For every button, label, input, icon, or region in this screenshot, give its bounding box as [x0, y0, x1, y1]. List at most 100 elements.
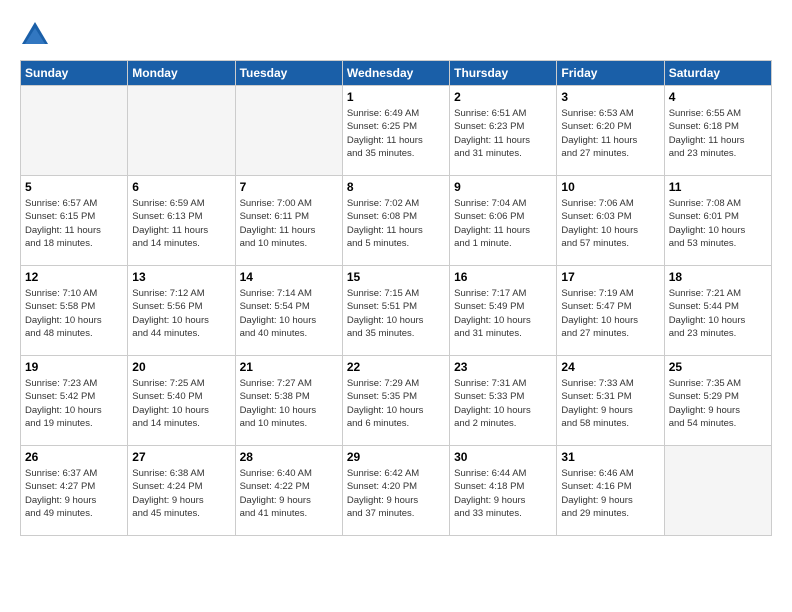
day-info: Sunrise: 7:21 AM Sunset: 5:44 PM Dayligh… — [669, 287, 767, 340]
day-number: 29 — [347, 450, 445, 464]
calendar-cell: 6 Sunrise: 6:59 AM Sunset: 6:13 PM Daylig… — [128, 176, 235, 266]
calendar-cell: 14Sunrise: 7:14 AM Sunset: 5:54 PM Dayli… — [235, 266, 342, 356]
day-info: Sunrise: 7:29 AM Sunset: 5:35 PM Dayligh… — [347, 377, 445, 430]
day-number: 21 — [240, 360, 338, 374]
day-info: Sunrise: 6:40 AM Sunset: 4:22 PM Dayligh… — [240, 467, 338, 520]
calendar-cell: 21 Sunrise: 7:27 AM Sunset: 5:38 PM Dayli… — [235, 356, 342, 446]
day-info: Sunrise: 7:19 AM Sunset: 5:47 PM Dayligh… — [561, 287, 659, 340]
calendar-cell: 20 Sunrise: 7:25 AM Sunset: 5:40 PM Dayli… — [128, 356, 235, 446]
weekday-saturday: Saturday — [664, 61, 771, 86]
day-number: 27 — [132, 450, 230, 464]
day-number: 4 — [669, 90, 767, 104]
day-number: 6 — [132, 180, 230, 194]
day-info: Sunrise: 6:59 AM Sunset: 6:13 PM Dayligh… — [132, 197, 230, 250]
day-info: Sunrise: 6:37 AM Sunset: 4:27 PM Dayligh… — [25, 467, 123, 520]
calendar-cell: 7 Sunrise: 7:00 AM Sunset: 6:11 PM Daylig… — [235, 176, 342, 266]
day-number: 10 — [561, 180, 659, 194]
day-info: Sunrise: 7:08 AM Sunset: 6:01 PM Dayligh… — [669, 197, 767, 250]
day-info: Sunrise: 7:23 AM Sunset: 5:42 PM Dayligh… — [25, 377, 123, 430]
day-info: Sunrise: 7:35 AM Sunset: 5:29 PM Dayligh… — [669, 377, 767, 430]
day-info: Sunrise: 7:33 AM Sunset: 5:31 PM Dayligh… — [561, 377, 659, 430]
day-info: Sunrise: 6:42 AM Sunset: 4:20 PM Dayligh… — [347, 467, 445, 520]
calendar-cell: 22 Sunrise: 7:29 AM Sunset: 5:35 PM Dayli… — [342, 356, 449, 446]
day-number: 23 — [454, 360, 552, 374]
day-info: Sunrise: 7:17 AM Sunset: 5:49 PM Dayligh… — [454, 287, 552, 340]
day-number: 12 — [25, 270, 123, 284]
day-info: Sunrise: 7:06 AM Sunset: 6:03 PM Dayligh… — [561, 197, 659, 250]
day-number: 5 — [25, 180, 123, 194]
day-info: Sunrise: 7:10 AM Sunset: 5:58 PM Dayligh… — [25, 287, 123, 340]
day-number: 25 — [669, 360, 767, 374]
calendar-cell: 26 Sunrise: 6:37 AM Sunset: 4:27 PM Dayli… — [21, 446, 128, 536]
calendar-cell: 19 Sunrise: 7:23 AM Sunset: 5:42 PM Dayli… — [21, 356, 128, 446]
day-info: Sunrise: 7:04 AM Sunset: 6:06 PM Dayligh… — [454, 197, 552, 250]
calendar-cell: 12 Sunrise: 7:10 AM Sunset: 5:58 PM Dayli… — [21, 266, 128, 356]
page-header — [20, 20, 772, 50]
calendar-cell: 17Sunrise: 7:19 AM Sunset: 5:47 PM Dayli… — [557, 266, 664, 356]
weekday-sunday: Sunday — [21, 61, 128, 86]
weekday-header-row: SundayMondayTuesdayWednesdayThursdayFrid… — [21, 61, 772, 86]
weekday-monday: Monday — [128, 61, 235, 86]
day-number: 28 — [240, 450, 338, 464]
day-info: Sunrise: 7:00 AM Sunset: 6:11 PM Dayligh… — [240, 197, 338, 250]
calendar-cell: 2Sunrise: 6:51 AM Sunset: 6:23 PM Daylig… — [450, 86, 557, 176]
calendar-cell: 18 Sunrise: 7:21 AM Sunset: 5:44 PM Dayli… — [664, 266, 771, 356]
day-info: Sunrise: 6:44 AM Sunset: 4:18 PM Dayligh… — [454, 467, 552, 520]
weekday-tuesday: Tuesday — [235, 61, 342, 86]
calendar-cell: 29 Sunrise: 6:42 AM Sunset: 4:20 PM Dayli… — [342, 446, 449, 536]
calendar-cell: 15Sunrise: 7:15 AM Sunset: 5:51 PM Dayli… — [342, 266, 449, 356]
logo — [20, 20, 54, 50]
calendar-cell: 31Sunrise: 6:46 AM Sunset: 4:16 PM Dayli… — [557, 446, 664, 536]
calendar-cell: 24 Sunrise: 7:33 AM Sunset: 5:31 PM Dayli… — [557, 356, 664, 446]
day-number: 3 — [561, 90, 659, 104]
week-row-3: 12 Sunrise: 7:10 AM Sunset: 5:58 PM Dayli… — [21, 266, 772, 356]
calendar-cell: 23Sunrise: 7:31 AM Sunset: 5:33 PM Dayli… — [450, 356, 557, 446]
day-info: Sunrise: 6:38 AM Sunset: 4:24 PM Dayligh… — [132, 467, 230, 520]
day-info: Sunrise: 6:49 AM Sunset: 6:25 PM Dayligh… — [347, 107, 445, 160]
calendar-cell — [235, 86, 342, 176]
weekday-wednesday: Wednesday — [342, 61, 449, 86]
day-number: 7 — [240, 180, 338, 194]
day-info: Sunrise: 6:46 AM Sunset: 4:16 PM Dayligh… — [561, 467, 659, 520]
calendar-cell: 13Sunrise: 7:12 AM Sunset: 5:56 PM Dayli… — [128, 266, 235, 356]
day-info: Sunrise: 6:57 AM Sunset: 6:15 PM Dayligh… — [25, 197, 123, 250]
calendar-cell: 30 Sunrise: 6:44 AM Sunset: 4:18 PM Dayli… — [450, 446, 557, 536]
day-info: Sunrise: 7:15 AM Sunset: 5:51 PM Dayligh… — [347, 287, 445, 340]
calendar-table: SundayMondayTuesdayWednesdayThursdayFrid… — [20, 60, 772, 536]
day-number: 18 — [669, 270, 767, 284]
calendar-cell: 1 Sunrise: 6:49 AM Sunset: 6:25 PM Daylig… — [342, 86, 449, 176]
calendar-cell — [128, 86, 235, 176]
week-row-2: 5 Sunrise: 6:57 AM Sunset: 6:15 PM Daylig… — [21, 176, 772, 266]
day-number: 30 — [454, 450, 552, 464]
day-info: Sunrise: 7:14 AM Sunset: 5:54 PM Dayligh… — [240, 287, 338, 340]
day-number: 19 — [25, 360, 123, 374]
calendar-cell: 25 Sunrise: 7:35 AM Sunset: 5:29 PM Dayli… — [664, 356, 771, 446]
day-number: 8 — [347, 180, 445, 194]
day-info: Sunrise: 6:53 AM Sunset: 6:20 PM Dayligh… — [561, 107, 659, 160]
day-number: 1 — [347, 90, 445, 104]
calendar-cell — [664, 446, 771, 536]
calendar-cell: 27 Sunrise: 6:38 AM Sunset: 4:24 PM Dayli… — [128, 446, 235, 536]
calendar-cell: 8 Sunrise: 7:02 AM Sunset: 6:08 PM Daylig… — [342, 176, 449, 266]
calendar-cell: 3 Sunrise: 6:53 AM Sunset: 6:20 PM Daylig… — [557, 86, 664, 176]
day-number: 11 — [669, 180, 767, 194]
calendar-cell — [21, 86, 128, 176]
day-info: Sunrise: 7:02 AM Sunset: 6:08 PM Dayligh… — [347, 197, 445, 250]
day-info: Sunrise: 7:27 AM Sunset: 5:38 PM Dayligh… — [240, 377, 338, 430]
day-number: 22 — [347, 360, 445, 374]
day-info: Sunrise: 6:55 AM Sunset: 6:18 PM Dayligh… — [669, 107, 767, 160]
day-info: Sunrise: 6:51 AM Sunset: 6:23 PM Dayligh… — [454, 107, 552, 160]
week-row-5: 26 Sunrise: 6:37 AM Sunset: 4:27 PM Dayli… — [21, 446, 772, 536]
day-number: 20 — [132, 360, 230, 374]
day-number: 24 — [561, 360, 659, 374]
calendar-cell: 16 Sunrise: 7:17 AM Sunset: 5:49 PM Dayli… — [450, 266, 557, 356]
day-number: 16 — [454, 270, 552, 284]
day-info: Sunrise: 7:25 AM Sunset: 5:40 PM Dayligh… — [132, 377, 230, 430]
logo-icon — [20, 20, 50, 50]
day-number: 13 — [132, 270, 230, 284]
calendar-cell: 5 Sunrise: 6:57 AM Sunset: 6:15 PM Daylig… — [21, 176, 128, 266]
day-number: 26 — [25, 450, 123, 464]
week-row-4: 19 Sunrise: 7:23 AM Sunset: 5:42 PM Dayli… — [21, 356, 772, 446]
day-number: 9 — [454, 180, 552, 194]
calendar-cell: 10 Sunrise: 7:06 AM Sunset: 6:03 PM Dayli… — [557, 176, 664, 266]
